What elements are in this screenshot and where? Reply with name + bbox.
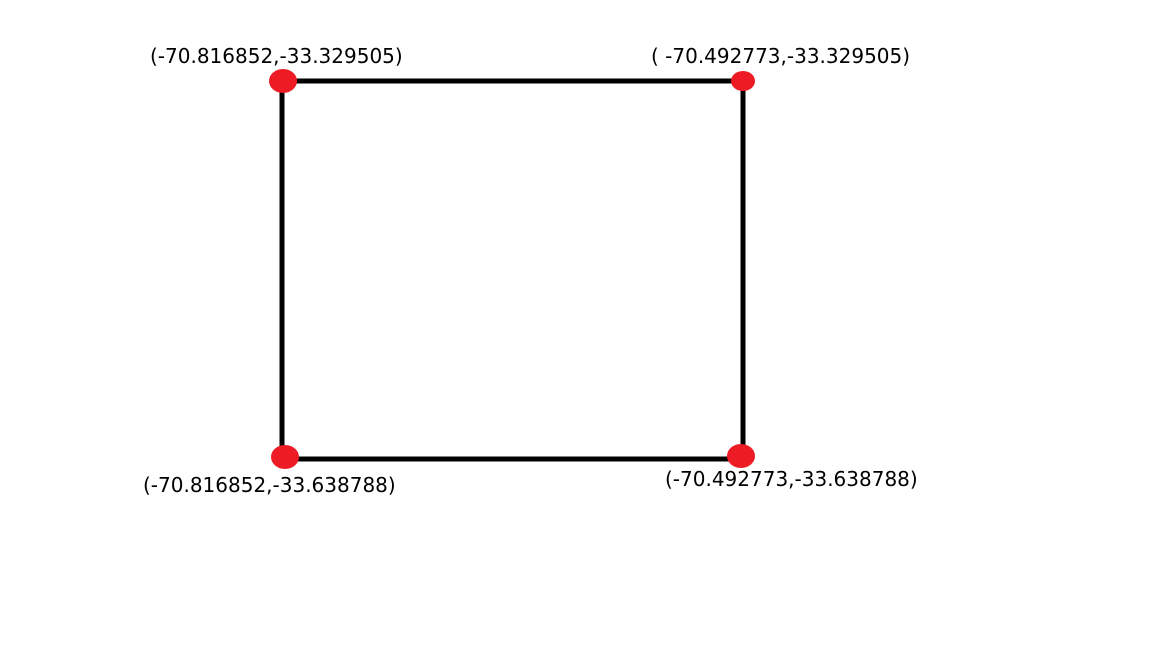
corner-point-top-right	[731, 71, 755, 91]
corner-point-top-left	[269, 69, 297, 93]
rectangle-diagram: (-70.816852,-33.329505) ( -70.492773,-33…	[143, 44, 918, 497]
corner-label-bottom-left: (-70.816852,-33.638788)	[143, 473, 396, 497]
corner-point-bottom-left	[271, 445, 299, 469]
corner-label-bottom-right: (-70.492773,-33.638788)	[665, 467, 918, 491]
corner-point-bottom-right	[727, 444, 755, 468]
corner-label-top-right: ( -70.492773,-33.329505)	[651, 44, 910, 68]
corner-label-top-left: (-70.816852,-33.329505)	[150, 44, 403, 68]
